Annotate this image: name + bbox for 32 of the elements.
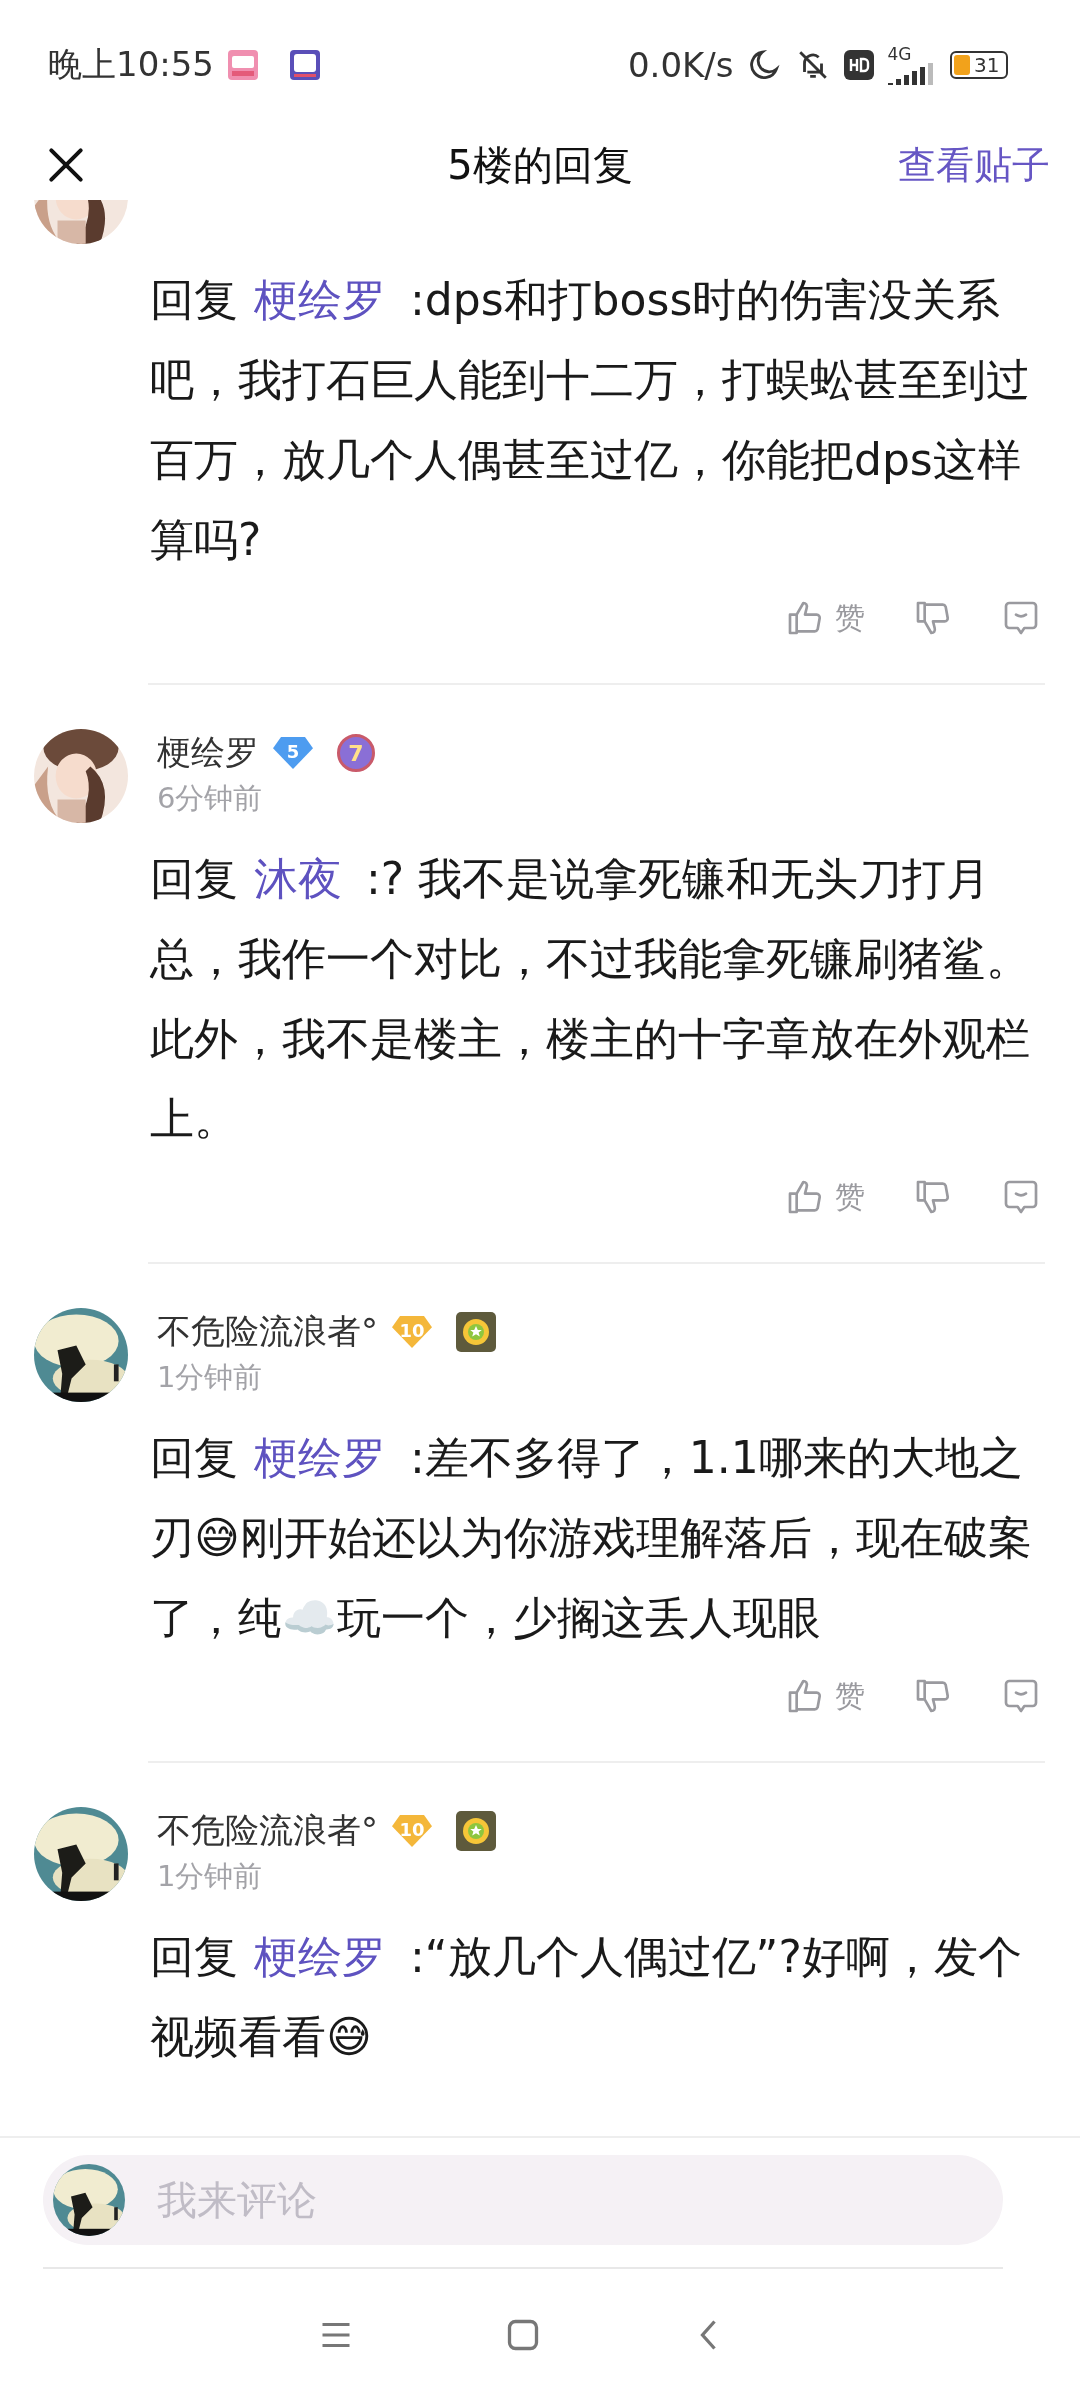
comment-text: 回复 梗绘罗 :“放几个人偶过亿”?好啊，发个视频看看😅 bbox=[150, 1930, 1023, 2064]
star-medal-icon bbox=[456, 1312, 496, 1352]
comment-time: 1分钟前 bbox=[157, 1858, 264, 1895]
comment-text: 回复 梗绘罗 :dps和打boss时的伤害没关系吧，我打石巨人能到十二万，打蜈蚣甚至到过百万，放几个人偶甚至过亿，你能把dps这样算吗? bbox=[150, 273, 1031, 567]
level-badge: 10 bbox=[392, 1316, 432, 1348]
comment-text: 回复 沐夜 :? 我不是说拿死镰和无头刀打月总，我作一个对比，不过我能拿死镰刷猪鲨。此外，我不是楼主，楼主的十字章放在外观栏上。 bbox=[150, 852, 1031, 1146]
mention-link[interactable]: 沐夜 bbox=[254, 853, 342, 904]
star-medal-icon bbox=[456, 1811, 496, 1851]
level-badge: 5 bbox=[273, 737, 313, 769]
signal-icon bbox=[887, 62, 936, 85]
comment-time: 6分钟前 bbox=[157, 780, 264, 817]
network-type: 4G bbox=[887, 45, 912, 63]
app-icon bbox=[228, 50, 258, 80]
battery-level-text: 31 bbox=[974, 53, 1000, 77]
page-title: 5楼的回复 bbox=[447, 140, 633, 190]
hd-icon bbox=[843, 50, 874, 80]
user-name[interactable]: 梗绘罗 bbox=[157, 730, 259, 776]
user-name[interactable]: 不危险流浪者° bbox=[157, 1808, 378, 1854]
mention-link[interactable]: 梗绘罗 bbox=[254, 274, 386, 325]
moon-icon bbox=[747, 48, 782, 82]
user-name[interactable]: 不危险流浪者° bbox=[157, 1309, 378, 1355]
battery-fill bbox=[953, 55, 971, 75]
mention-link[interactable]: 梗绘罗 bbox=[254, 1931, 386, 1982]
medal-badge: 7 bbox=[337, 734, 375, 772]
network-speed: 0.0K/s bbox=[628, 45, 734, 85]
view-post-link[interactable]: 查看贴子 bbox=[898, 139, 1050, 191]
app-icon bbox=[290, 50, 320, 80]
level-badge: 10 bbox=[392, 1815, 432, 1847]
status-time: 晚上10:55 bbox=[48, 43, 214, 86]
mention-link[interactable]: 梗绘罗 bbox=[254, 1432, 386, 1483]
comment-time: 1分钟前 bbox=[157, 1359, 264, 1396]
comment-text: 回复 梗绘罗 :差不多得了，1.1哪来的大地之刃😅刚开始还以为你游戏理解落后，现在破案了，纯☁玩一个，少搁这丢人现眼 bbox=[150, 1431, 1033, 1645]
